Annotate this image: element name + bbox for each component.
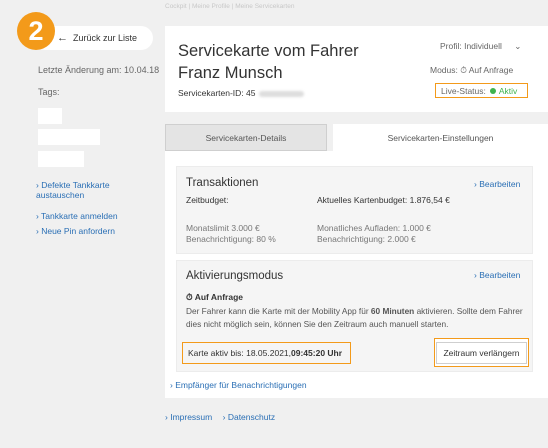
profile-select[interactable]: Profil: Individuell ⌄ (440, 41, 521, 52)
notification-recipients-link[interactable]: › Empfänger für Benachrichtigungen (170, 380, 307, 390)
tag-chip[interactable] (38, 108, 62, 124)
active-until: Karte aktiv bis: 18.05.2021, 09:45:20 Uh… (182, 342, 351, 364)
edit-activation-label: Bearbeiten (479, 270, 521, 280)
last-change-text: Letzte Änderung am: 10.04.18 (38, 65, 160, 75)
replace-fuel-card-label: Defekte Tankkarte austauschen (36, 180, 110, 200)
activation-mode-value: Auf Anfrage (194, 292, 244, 302)
tab-card-settings[interactable]: Servicekarten-Einstellungen (333, 124, 548, 152)
breadcrumb[interactable]: Cockpit | Meine Profile | Meine Servicek… (165, 3, 294, 10)
monthly-topup: Monatliches Aufladen: 1.000 € (317, 223, 431, 233)
privacy-link[interactable]: › Datenschutz (223, 412, 275, 422)
tag-chip[interactable] (38, 151, 84, 167)
card-id: Servicekarten-ID: 45 (178, 88, 305, 98)
back-to-list-label: Zurück zur Liste (73, 33, 138, 43)
active-until-time: 09:45:20 Uhr (291, 348, 343, 358)
card-id-redacted (259, 90, 305, 97)
notification-recipients-label: Empfänger für Benachrichtigungen (175, 380, 307, 390)
tab-card-details[interactable]: Servicekarten-Details (165, 124, 327, 151)
edit-transactions-label: Bearbeiten (479, 179, 521, 189)
request-new-pin-link[interactable]: › Neue Pin anfordern (36, 226, 115, 236)
monthly-limit: Monatslimit 3.000 € (186, 223, 260, 233)
tag-chip[interactable] (38, 129, 100, 145)
activation-mode: ⏱ Auf Anfrage (186, 292, 243, 303)
status-dot-icon (489, 87, 496, 94)
edit-activation-link[interactable]: › Bearbeiten (474, 270, 520, 280)
chevron-down-icon: ⌄ (514, 41, 522, 51)
notification-amount: Benachrichtigung: 2.000 € (317, 234, 416, 244)
edit-transactions-link[interactable]: › Bearbeiten (474, 179, 520, 189)
activation-description: Der Fahrer kann die Karte mit der Mobili… (186, 305, 526, 331)
imprint-label: Impressum (170, 412, 213, 422)
footer-links: › Impressum › Datenschutz (165, 412, 275, 422)
time-budget-label: Zeitbudget: (186, 195, 229, 205)
extend-period-highlight: Zeitraum verlängern (434, 338, 529, 367)
step-number-badge: 2 (17, 12, 55, 50)
activation-desc-part1: Der Fahrer kann die Karte mit der Mobili… (186, 306, 371, 316)
page-title: Servicekarte vom Fahrer Franz Munsch (178, 42, 359, 82)
live-status: Live-Status: Aktiv (435, 83, 528, 98)
imprint-link[interactable]: › Impressum (165, 412, 212, 422)
tags-label: Tags: (38, 87, 60, 97)
live-status-label: Live-Status: (441, 85, 486, 96)
register-fuel-card-label: Tankkarte anmelden (41, 211, 118, 221)
active-until-label: Karte aktiv bis: 18.05.2021, (188, 348, 292, 358)
privacy-label: Datenschutz (227, 412, 276, 422)
clock-icon: ⏱ (186, 292, 193, 302)
live-status-value: Aktiv (498, 85, 518, 96)
register-fuel-card-link[interactable]: › Tankkarte anmelden (36, 211, 118, 221)
mode-text: Modus: ⏱ Auf Anfrage (430, 65, 514, 75)
request-new-pin-label: Neue Pin anfordern (41, 226, 115, 236)
transactions-title: Transaktionen (186, 177, 259, 189)
current-budget: Aktuelles Kartenbudget: 1.876,54 € (317, 195, 450, 205)
card-id-label: Servicekarten-ID: 45 (178, 88, 256, 98)
extend-period-button[interactable]: Zeitraum verlängern (436, 341, 527, 364)
notification-percent: Benachrichtigung: 80 % (186, 234, 276, 244)
arrow-left-icon: ← (57, 32, 68, 44)
profile-value: Profil: Individuell (440, 41, 502, 51)
replace-fuel-card-link[interactable]: › Defekte Tankkarte austauschen (36, 180, 132, 200)
activation-duration: 60 Minuten (370, 306, 415, 316)
activation-title: Aktivierungsmodus (186, 270, 284, 282)
